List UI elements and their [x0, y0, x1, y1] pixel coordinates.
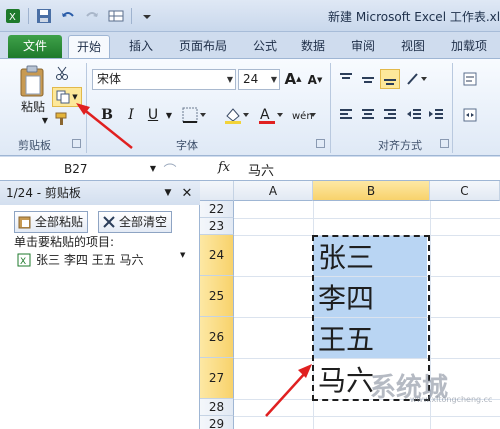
annotation-arrows: [76, 103, 312, 417]
arrow-to-cell-b27: [265, 371, 307, 417]
arrow-to-copy-button: [81, 107, 133, 149]
arrow-head-icon: [298, 364, 312, 378]
